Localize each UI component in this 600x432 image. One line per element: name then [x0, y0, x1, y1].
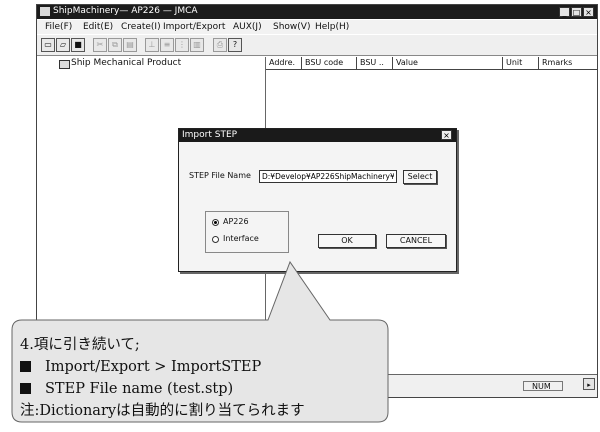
tool-icon-1[interactable]: ⊥ [145, 38, 159, 52]
menu-create[interactable]: Create(I) [121, 22, 161, 32]
folder-icon [59, 60, 70, 69]
select-button[interactable]: Select [403, 170, 437, 184]
column-header-address[interactable]: Addre. [266, 57, 302, 69]
menu-aux[interactable]: AUX(J) [233, 22, 262, 32]
callout-menu-line: Import/Export > ImportSTEP [20, 356, 380, 378]
menu-edit[interactable]: Edit(E) [83, 22, 113, 32]
column-header-bsu[interactable]: BSU .. [357, 57, 393, 69]
radio-interface-label: Interface [223, 234, 259, 243]
radio-ap226[interactable] [212, 219, 219, 226]
import-step-dialog: Import STEP × STEP File Name Select AP22… [178, 128, 457, 272]
print-icon[interactable]: ⎙ [213, 38, 227, 52]
ok-button[interactable]: OK [318, 234, 376, 248]
window-title: ShipMachinery— AP226 — JMCA [53, 6, 198, 16]
help-icon[interactable]: ? [228, 38, 242, 52]
paste-icon[interactable]: ▤ [123, 38, 137, 52]
copy-icon[interactable]: ⧉ [108, 38, 122, 52]
close-button[interactable]: × [583, 7, 594, 17]
tool-icon-3[interactable]: ⋮ [175, 38, 189, 52]
app-icon [40, 7, 50, 16]
step-file-name-input[interactable] [259, 170, 397, 183]
toolbar: ▭ ▱ ■ ✂ ⧉ ▤ ⊥ ≡ ⋮ ▥ ⎙ ? [37, 35, 597, 56]
radio-ap226-label: AP226 [223, 217, 249, 226]
menu-help[interactable]: Help(H) [315, 22, 349, 32]
tool-icon-2[interactable]: ≡ [160, 38, 174, 52]
column-header-bsu-code[interactable]: BSU code [302, 57, 357, 69]
bullet-square-icon [20, 383, 31, 394]
tree-root-item[interactable]: Ship Mechanical Product [71, 58, 181, 68]
radio-interface[interactable] [212, 236, 219, 243]
menu-file[interactable]: File(F) [45, 22, 72, 32]
column-header-unit[interactable]: Unit [503, 57, 539, 69]
tool-icon-4[interactable]: ▥ [190, 38, 204, 52]
save-icon[interactable]: ■ [71, 38, 85, 52]
menu-bar: File(F) Edit(E) Create(I) Import/Export … [37, 20, 597, 34]
bullet-square-icon [20, 361, 31, 372]
new-file-icon[interactable]: ▭ [41, 38, 55, 52]
column-header-remarks[interactable]: Rmarks [539, 57, 597, 69]
maximize-button[interactable]: □ [571, 7, 582, 17]
minimize-button[interactable]: _ [559, 7, 570, 17]
num-lock-indicator: NUM [523, 381, 563, 391]
dialog-close-button[interactable]: × [441, 130, 452, 140]
callout-file-line: STEP File name (test.stp) [20, 378, 380, 400]
cut-icon[interactable]: ✂ [93, 38, 107, 52]
format-option-group: AP226 Interface [205, 211, 289, 253]
callout-text: 4.項に引き続いて; Import/Export > ImportSTEP ST… [20, 334, 380, 422]
callout-note-line: 注:Dictionaryは自動的に割り当てられます [20, 403, 305, 419]
menu-show[interactable]: Show(V) [273, 22, 310, 32]
open-folder-icon[interactable]: ▱ [56, 38, 70, 52]
column-header-value[interactable]: Value [393, 57, 503, 69]
menu-import-export[interactable]: Import/Export [163, 22, 225, 32]
cancel-button[interactable]: CANCEL [386, 234, 446, 248]
table-header: Addre. BSU code BSU .. Value Unit Rmarks [266, 57, 597, 70]
step-file-name-label: STEP File Name [189, 171, 251, 180]
dialog-title: Import STEP [182, 130, 238, 140]
scroll-right-arrow[interactable]: ▸ [583, 378, 595, 390]
title-bar[interactable]: ShipMachinery— AP226 — JMCA _ □ × [37, 5, 597, 19]
callout-step-line: 4.項に引き続いて; [20, 337, 140, 353]
dialog-title-bar[interactable]: Import STEP × [179, 129, 456, 142]
